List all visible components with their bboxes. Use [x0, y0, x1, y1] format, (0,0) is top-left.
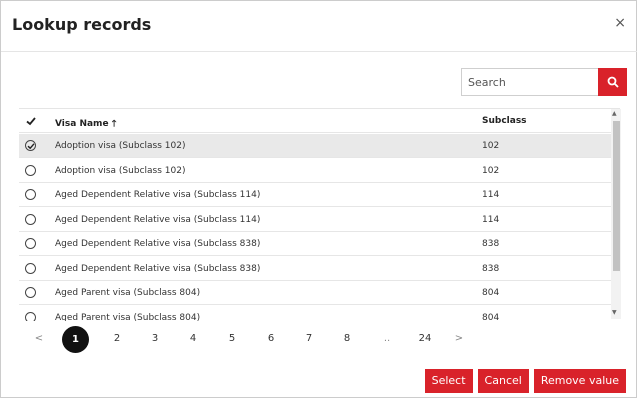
page-button[interactable]: 3 — [145, 333, 165, 344]
radio-button[interactable] — [25, 213, 36, 225]
visa-name-cell: Adoption visa (Subclass 102) — [55, 141, 186, 151]
radio-button[interactable] — [25, 164, 36, 176]
table-row[interactable]: Aged Dependent Relative visa (Subclass 8… — [19, 232, 620, 256]
table-row[interactable]: Adoption visa (Subclass 102) 102 — [19, 134, 620, 158]
visa-name-cell: Aged Dependent Relative visa (Subclass 8… — [55, 263, 261, 274]
pagination: < > 1 2 3 4 5 6 7 8.. 24 — [29, 326, 479, 354]
table-row[interactable]: Aged Parent visa (Subclass 804) 804 — [19, 281, 620, 305]
checkmark-icon — [27, 142, 35, 149]
close-icon[interactable]: × — [614, 15, 626, 31]
subclass-cell: 102 — [482, 141, 500, 151]
page-button[interactable]: 5 — [222, 333, 242, 344]
table-row[interactable]: Aged Parent visa (Subclass 804) 804 — [19, 306, 620, 322]
scroll-up-icon[interactable]: ▲ — [612, 110, 617, 117]
column-header-subclass[interactable]: Subclass — [482, 116, 527, 126]
search-button[interactable] — [598, 68, 627, 96]
page-button[interactable]: 4 — [183, 333, 203, 344]
radio-button[interactable] — [25, 311, 36, 321]
subclass-cell: 838 — [482, 239, 500, 249]
radio-button[interactable] — [25, 238, 36, 249]
checkmark-icon — [26, 117, 36, 126]
subclass-cell: 114 — [482, 214, 500, 225]
visa-name-cell: Aged Parent visa (Subclass 804) — [55, 288, 201, 298]
table-scrollbar[interactable]: ▲ ▼ — [611, 109, 621, 319]
scroll-down-icon[interactable]: ▼ — [612, 309, 617, 316]
page-button[interactable]: 6 — [261, 333, 281, 344]
column-header-visa-name[interactable]: Visa Name 🡑 — [55, 116, 116, 132]
page-ellipsis: .. — [383, 333, 391, 344]
results-table: Visa Name 🡑 Subclass Adoption visa (Subc… — [19, 108, 620, 321]
table-row[interactable]: Aged Dependent Relative visa (Subclass 8… — [19, 257, 620, 281]
visa-name-cell: Adoption visa (Subclass 102) — [55, 165, 186, 176]
page-button[interactable]: 2 — [107, 333, 127, 344]
subclass-cell: 804 — [482, 288, 500, 298]
next-page-button[interactable]: > — [449, 333, 469, 344]
radio-button[interactable] — [25, 189, 36, 200]
footer-actions: Select Cancel Remove value — [424, 369, 626, 393]
visa-name-cell: Aged Dependent Relative visa (Subclass 8… — [55, 239, 261, 249]
lookup-dialog: Lookup records × Visa Name 🡑 Subclass Ad… — [0, 0, 637, 398]
radio-checked-icon[interactable] — [25, 140, 36, 151]
radio-button[interactable] — [25, 262, 36, 274]
search-icon — [607, 76, 619, 88]
subclass-cell: 804 — [482, 312, 500, 322]
visa-name-cell: Aged Dependent Relative visa (Subclass 1… — [55, 190, 261, 200]
page-button[interactable]: 8 — [337, 333, 357, 344]
remove-value-button[interactable]: Remove value — [533, 369, 626, 393]
subclass-cell: 102 — [482, 165, 500, 176]
page-button[interactable]: 7 — [299, 333, 319, 344]
subclass-cell: 838 — [482, 263, 500, 274]
page-button[interactable]: 1 — [62, 326, 89, 353]
cancel-button[interactable]: Cancel — [477, 369, 529, 393]
visa-name-cell: Aged Dependent Relative visa (Subclass 1… — [55, 214, 261, 225]
scroll-thumb[interactable] — [613, 121, 620, 271]
select-button[interactable]: Select — [424, 369, 473, 393]
dialog-title: Lookup records — [12, 15, 152, 34]
radio-button[interactable] — [25, 287, 36, 298]
table-row[interactable]: Aged Dependent Relative visa (Subclass 1… — [19, 183, 620, 207]
table-header-row: Visa Name 🡑 Subclass — [19, 109, 620, 133]
header-divider — [1, 51, 637, 52]
sort-up-icon: 🡑 — [111, 119, 117, 129]
prev-page-button[interactable]: < — [29, 333, 49, 344]
search-input[interactable] — [461, 68, 598, 96]
search-box — [461, 68, 627, 96]
table-row[interactable]: Adoption visa (Subclass 102) 102 — [19, 159, 620, 183]
table-row[interactable]: Aged Dependent Relative visa (Subclass 1… — [19, 208, 620, 232]
page-button[interactable]: 24 — [415, 333, 435, 344]
visa-name-cell: Aged Parent visa (Subclass 804) — [55, 312, 201, 322]
subclass-cell: 114 — [482, 190, 500, 200]
